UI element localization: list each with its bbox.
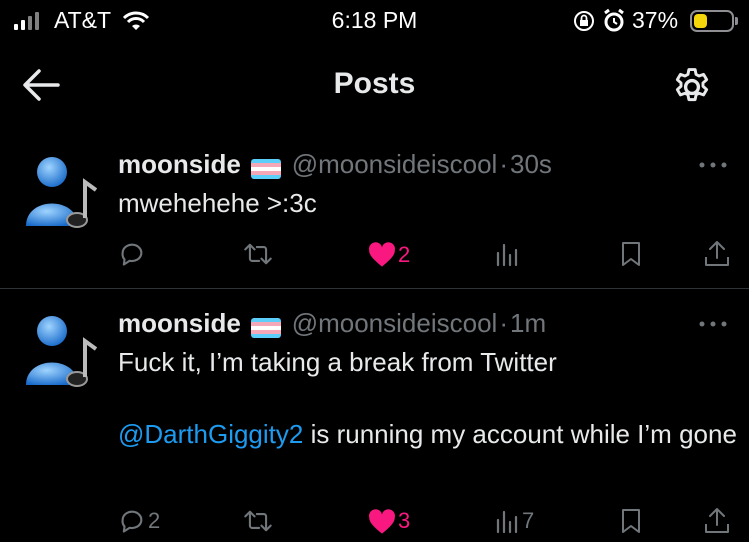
view-count: 7 — [522, 508, 535, 533]
page-title: Posts — [333, 67, 416, 100]
display-name[interactable]: moonside — [118, 308, 241, 338]
share-icon[interactable] — [704, 238, 730, 268]
post-header: moonside @moonsideiscool·30s — [118, 149, 552, 180]
like-count: 2 — [398, 242, 411, 267]
display-name[interactable]: moonside — [118, 149, 241, 179]
views-chart-icon[interactable] — [495, 508, 519, 534]
post-item[interactable]: moonside @moonsideiscool·1m Fuck it, I’m… — [0, 289, 749, 542]
share-icon[interactable] — [704, 505, 730, 535]
repost-icon[interactable] — [243, 507, 273, 535]
user-handle[interactable]: @moonsideiscool — [292, 308, 498, 338]
avatar[interactable] — [22, 313, 98, 393]
battery-level — [694, 14, 707, 28]
gear-icon[interactable] — [670, 65, 714, 109]
battery-icon — [690, 10, 734, 32]
more-options-icon[interactable] — [698, 160, 728, 170]
battery-percent: 37% — [632, 7, 679, 33]
trans-flag-emoji — [251, 317, 282, 338]
post-timestamp: 30s — [509, 149, 552, 179]
post-header: moonside @moonsideiscool·1m — [118, 308, 546, 339]
separator-dot: · — [499, 149, 508, 179]
like-heart-icon[interactable] — [368, 242, 396, 268]
reply-icon[interactable] — [118, 507, 146, 535]
alarm-icon — [604, 8, 624, 32]
navigation-header: Posts — [0, 40, 749, 130]
mention-link[interactable]: @DarthGiggity2 — [118, 419, 303, 449]
repost-icon[interactable] — [243, 240, 273, 268]
post-text: Fuck it, I’m taking a break from Twitter — [118, 347, 557, 377]
user-handle[interactable]: @moonsideiscool — [292, 149, 498, 179]
like-heart-icon[interactable] — [368, 509, 396, 535]
trans-flag-emoji — [251, 158, 282, 179]
reply-icon[interactable] — [118, 240, 146, 268]
post-timestamp: 1m — [509, 308, 547, 338]
bookmark-icon[interactable] — [620, 507, 642, 535]
like-count: 3 — [398, 508, 411, 533]
status-bar: AT&T 6:18 PM 37% — [0, 0, 749, 40]
reply-count: 2 — [148, 508, 161, 533]
separator-dot: · — [499, 308, 508, 338]
bookmark-icon[interactable] — [620, 240, 642, 268]
post-item[interactable]: moonside @moonsideiscool·30s mwehehehe >… — [0, 130, 749, 287]
orientation-lock-icon — [574, 11, 594, 31]
post-text-after-mention: is running my account while I’m gone — [303, 419, 737, 449]
views-chart-icon[interactable] — [495, 241, 519, 267]
more-options-icon[interactable] — [698, 319, 728, 329]
avatar[interactable] — [22, 154, 98, 234]
post-text-continued: @DarthGiggity2 is running my account whi… — [118, 416, 738, 452]
battery-cap — [735, 17, 738, 25]
post-text: mwehehehe >:3c — [118, 188, 317, 218]
